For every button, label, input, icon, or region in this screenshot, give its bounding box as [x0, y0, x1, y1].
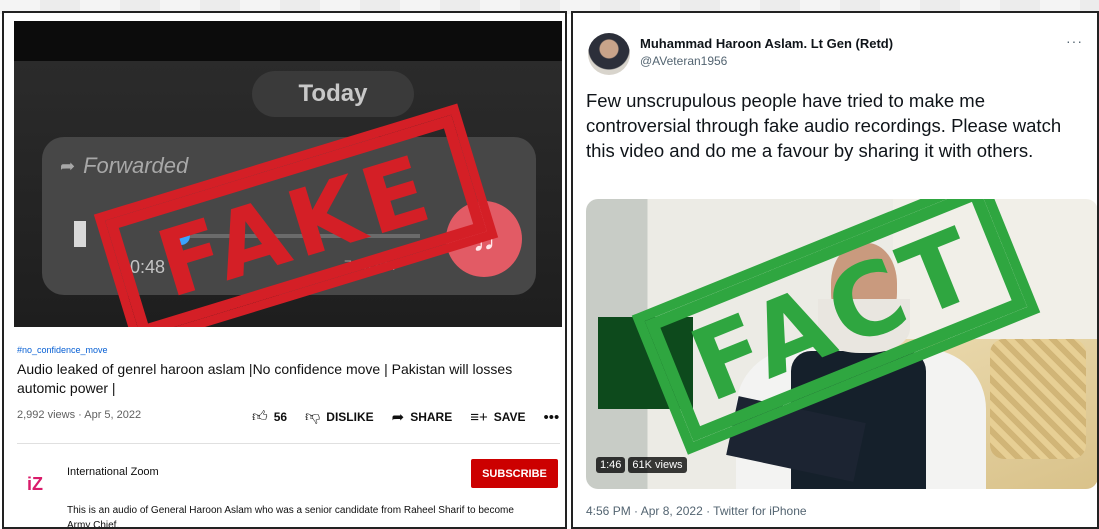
play-icon	[74, 221, 86, 247]
like-count: 56	[273, 410, 288, 424]
playlist-add-icon: ≡+	[470, 408, 488, 426]
more-horizontal-icon: •••	[543, 408, 560, 426]
video-actions: 👍︎ 56 👎︎ DISLIKE ➦ SHARE ≡+ SAVE •••	[252, 408, 559, 426]
hashtag-link[interactable]: #no_confidence_move	[17, 345, 108, 355]
video-title: Audio leaked of genrel haroon aslam |No …	[17, 361, 513, 396]
forwarded-label: ➦ Forwarded	[60, 153, 188, 179]
forward-arrow-icon: ➦	[60, 155, 76, 176]
tweet-video[interactable]: FACT 1:46 61K views	[586, 199, 1097, 489]
video-duration: 1:46	[596, 457, 626, 473]
channel-avatar[interactable]: iZ	[18, 461, 52, 495]
thumbs-up-icon: 👍︎	[252, 408, 268, 425]
tweet-author-handle[interactable]: @AVeteran1956	[640, 54, 727, 68]
tweet-timestamp[interactable]: 4:56 PM · Apr 8, 2022 · Twitter for iPho…	[586, 504, 807, 518]
video-meta: 2,992 views · Apr 5, 2022	[17, 409, 142, 421]
tweet-author-name[interactable]: Muhammad Haroon Aslam. Lt Gen (Retd)	[640, 36, 893, 51]
share-arrow-icon: ➦	[391, 409, 405, 426]
video-description: This is an audio of General Haroon Aslam…	[67, 505, 514, 529]
more-horizontal-icon[interactable]: ···	[1066, 33, 1083, 49]
tweet-panel: Muhammad Haroon Aslam. Lt Gen (Retd) @AV…	[571, 11, 1099, 529]
video-badges: 1:46 61K views	[596, 457, 687, 473]
avatar[interactable]	[588, 33, 630, 75]
day-label: Today	[252, 71, 414, 117]
like-button[interactable]: 👍︎ 56	[252, 408, 287, 426]
save-button[interactable]: ≡+ SAVE	[470, 409, 525, 426]
share-label: SHARE	[410, 410, 453, 424]
forwarded-text: Forwarded	[83, 153, 189, 178]
subscribe-button[interactable]: SUBSCRIBE	[471, 459, 558, 488]
divider	[17, 443, 560, 444]
save-label: SAVE	[493, 410, 526, 424]
share-button[interactable]: ➦ SHARE	[392, 408, 453, 426]
thumbs-down-icon: 👎︎	[305, 408, 321, 425]
video-views: 61K views	[628, 457, 687, 473]
cushion	[990, 339, 1086, 459]
dislike-label: DISLIKE	[326, 410, 374, 424]
more-actions-button[interactable]: •••	[544, 409, 560, 426]
tweet-text: Few unscrupulous people have tried to ma…	[586, 90, 1062, 161]
video-player[interactable]: Today ➦ Forwarded 0:48 7:09 AM ♫ FAKE	[14, 21, 562, 327]
youtube-panel: Today ➦ Forwarded 0:48 7:09 AM ♫ FAKE #n…	[2, 11, 567, 529]
channel-name[interactable]: International Zoom	[67, 466, 159, 478]
dislike-button[interactable]: 👎︎ DISLIKE	[305, 408, 374, 426]
channel-logo-text: iZ	[27, 474, 43, 494]
